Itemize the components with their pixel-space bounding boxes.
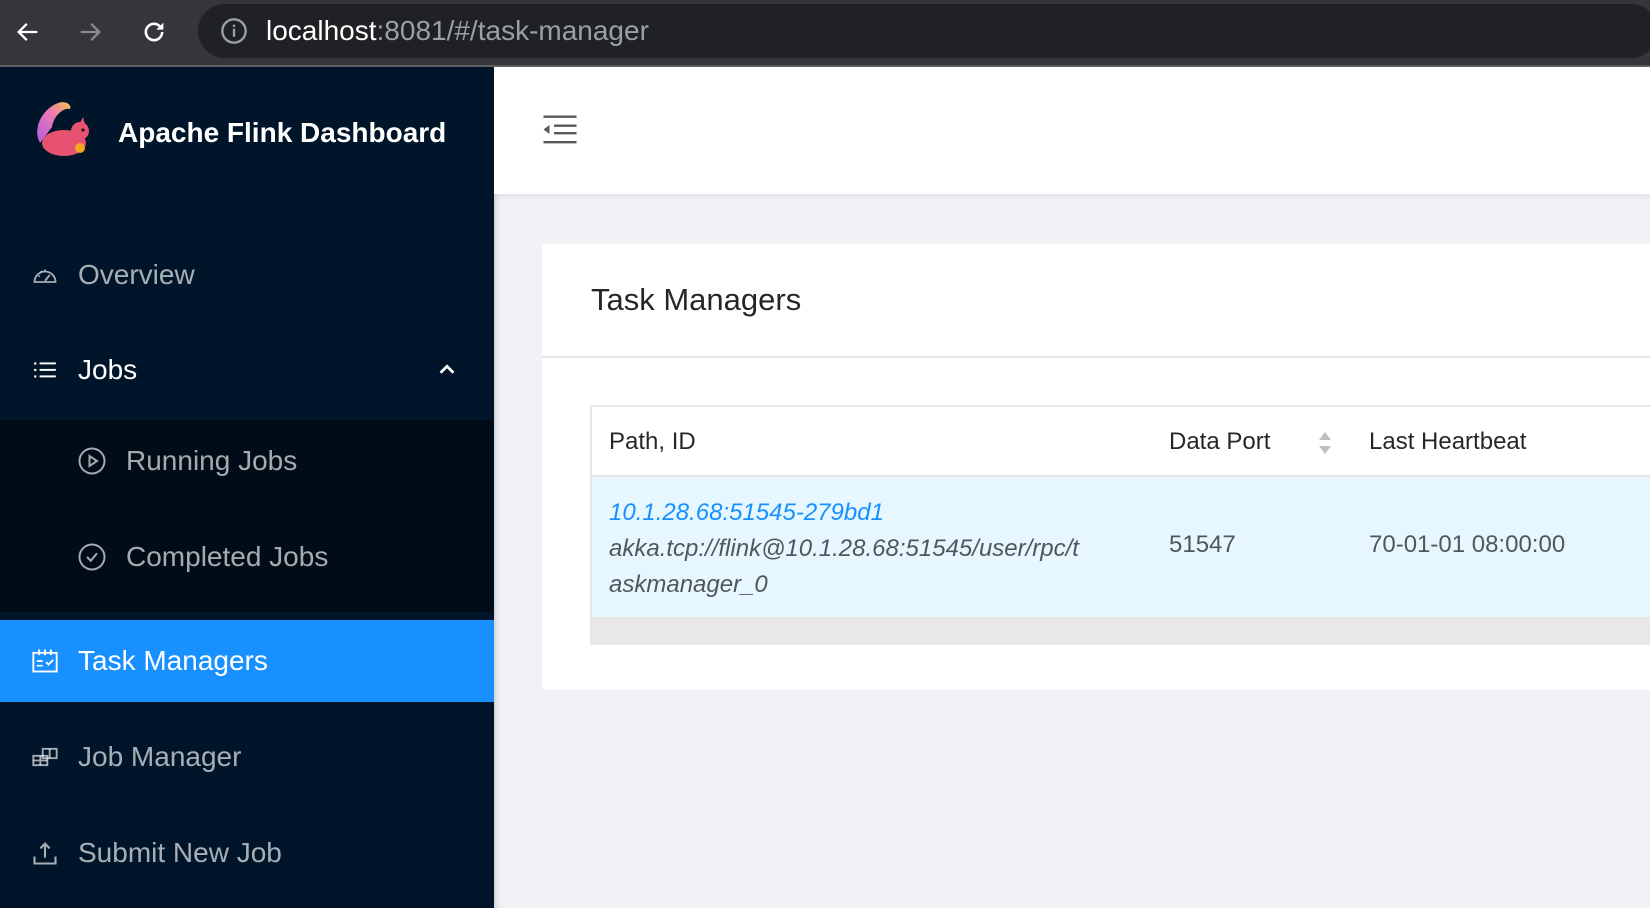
table-row[interactable]: 10.1.28.68:51545-279bd1 akka.tcp://flink… — [592, 477, 1650, 617]
url-host: localhost — [266, 15, 377, 46]
sidebar-item-overview[interactable]: Overview — [0, 234, 494, 316]
sidebar-item-task-managers[interactable]: Task Managers — [0, 620, 494, 702]
build-icon — [30, 742, 60, 772]
menu-fold-icon[interactable] — [542, 111, 578, 147]
browser-toolbar: localhost:8081/#/task-manager — [0, 0, 1650, 67]
reload-icon — [144, 22, 164, 42]
sidebar-item-label: Task Managers — [78, 645, 268, 676]
column-path-id: Path, ID — [609, 428, 696, 455]
sidebar-item-job-manager[interactable]: Job Manager — [0, 716, 494, 798]
url-path: :8081/#/task-manager — [376, 15, 649, 46]
sidebar-item-label: Completed Jobs — [126, 541, 329, 572]
sidebar-item-label: Job Manager — [78, 741, 242, 772]
chevron-up-icon[interactable] — [436, 359, 458, 381]
sort-icon[interactable] — [1317, 430, 1333, 456]
last-heartbeat-cell: 70-01-01 08:00:00 — [1369, 531, 1566, 558]
sidebar-item-label: Submit New Job — [78, 837, 282, 868]
task-managers-card: Task Managers Path, ID Data Port Last He… — [542, 244, 1650, 690]
task-managers-table: Path, ID Data Port Last Heartbeat 10.1.2… — [590, 405, 1650, 645]
header — [494, 67, 1650, 194]
jobs-submenu: Running Jobs Completed Jobs — [0, 420, 494, 612]
address-bar[interactable]: localhost:8081/#/task-manager — [198, 4, 1650, 58]
sidebar-item-completed-jobs[interactable]: Completed Jobs — [0, 516, 494, 598]
upload-icon — [30, 838, 60, 868]
play-circle-icon — [77, 446, 107, 476]
sidebar-item-label: Running Jobs — [126, 445, 298, 476]
path-id-cell: 10.1.28.68:51545-279bd1 akka.tcp://flink… — [609, 495, 1149, 603]
check-circle-icon — [77, 542, 107, 572]
table-header: Path, ID Data Port Last Heartbeat — [592, 407, 1650, 477]
main-content: Task Managers Path, ID Data Port Last He… — [494, 67, 1650, 908]
dashboard-icon — [30, 260, 60, 290]
data-port-cell: 51547 — [1169, 531, 1236, 558]
sidebar-item-label: Jobs — [78, 354, 138, 385]
horizontal-scrollbar[interactable] — [592, 617, 1650, 643]
task-manager-id-link[interactable]: 10.1.28.68:51545-279bd1 — [609, 495, 1149, 531]
sidebar: Apache Flink Dashboard Overview Jobs Run… — [0, 67, 494, 908]
flink-logo-icon — [37, 102, 89, 156]
arrow-right-icon — [80, 23, 101, 41]
task-manager-path: akka.tcp://flink@10.1.28.68:51545/user/r… — [609, 535, 1079, 562]
column-data-port[interactable]: Data Port — [1169, 407, 1270, 477]
back-button[interactable] — [8, 12, 48, 52]
sidebar-item-jobs[interactable]: Jobs — [0, 329, 494, 411]
schedule-icon — [30, 646, 60, 676]
task-manager-path-cont: askmanager_0 — [609, 571, 768, 598]
info-icon[interactable] — [220, 17, 248, 45]
sidebar-item-running-jobs[interactable]: Running Jobs — [0, 420, 494, 502]
forward-button[interactable] — [70, 12, 110, 52]
card-title: Task Managers — [542, 244, 1650, 358]
sidebar-item-label: Overview — [78, 259, 195, 290]
list-icon — [30, 355, 60, 385]
reload-button[interactable] — [134, 12, 174, 52]
column-last-heartbeat[interactable]: Last Heartbeat — [1369, 407, 1526, 477]
app-title: Apache Flink Dashboard — [118, 117, 447, 148]
sidebar-item-submit-new-job[interactable]: Submit New Job — [0, 812, 494, 894]
arrow-left-icon — [17, 23, 38, 41]
